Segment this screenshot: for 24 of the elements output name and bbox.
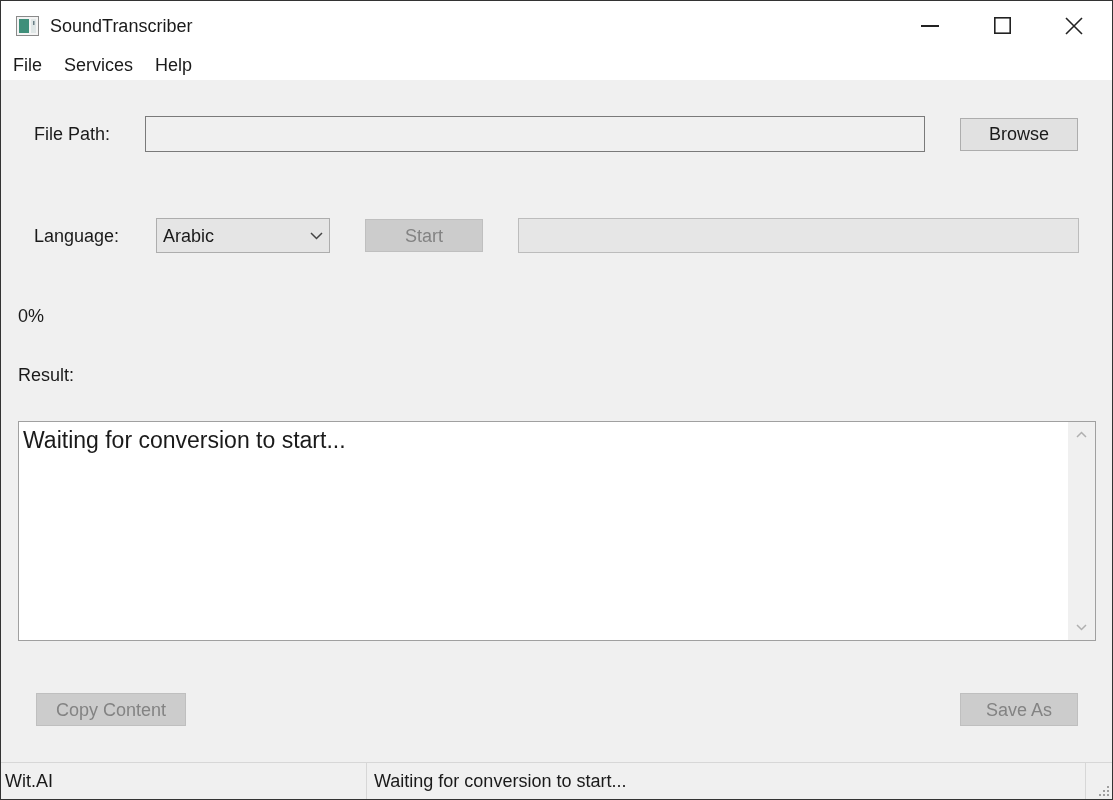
- file-path-label: File Path:: [34, 125, 112, 143]
- minimize-icon: [921, 24, 939, 27]
- maximize-icon: [993, 17, 1011, 34]
- app-window-icon: [16, 15, 39, 36]
- result-text-area[interactable]: Waiting for conversion to start...: [18, 421, 1096, 641]
- file-path-field[interactable]: [145, 116, 925, 152]
- status-text: Waiting for conversion to start...: [374, 772, 627, 790]
- close-icon: [1065, 16, 1083, 35]
- result-label: Result:: [18, 366, 75, 384]
- browse-button[interactable]: Browse: [960, 117, 1078, 151]
- resize-grip-icon[interactable]: [1099, 786, 1109, 796]
- menu-item[interactable]: Services: [64, 56, 134, 74]
- menu-item[interactable]: File: [13, 56, 42, 74]
- result-text: Waiting for conversion to start...: [23, 427, 346, 453]
- status-text: Wit.AI: [5, 772, 53, 790]
- language-label: Language:: [34, 226, 121, 245]
- window-title: SoundTranscriber: [50, 16, 193, 35]
- chevron-down-icon: [310, 231, 323, 240]
- scroll-down-icon[interactable]: [1076, 624, 1087, 631]
- progress-percentage: 0%: [18, 307, 44, 325]
- language-dropdown[interactable]: Arabic: [156, 218, 330, 253]
- scrollbar[interactable]: [1068, 422, 1095, 640]
- menu-item[interactable]: Help: [155, 56, 193, 74]
- scroll-up-icon[interactable]: [1076, 431, 1087, 438]
